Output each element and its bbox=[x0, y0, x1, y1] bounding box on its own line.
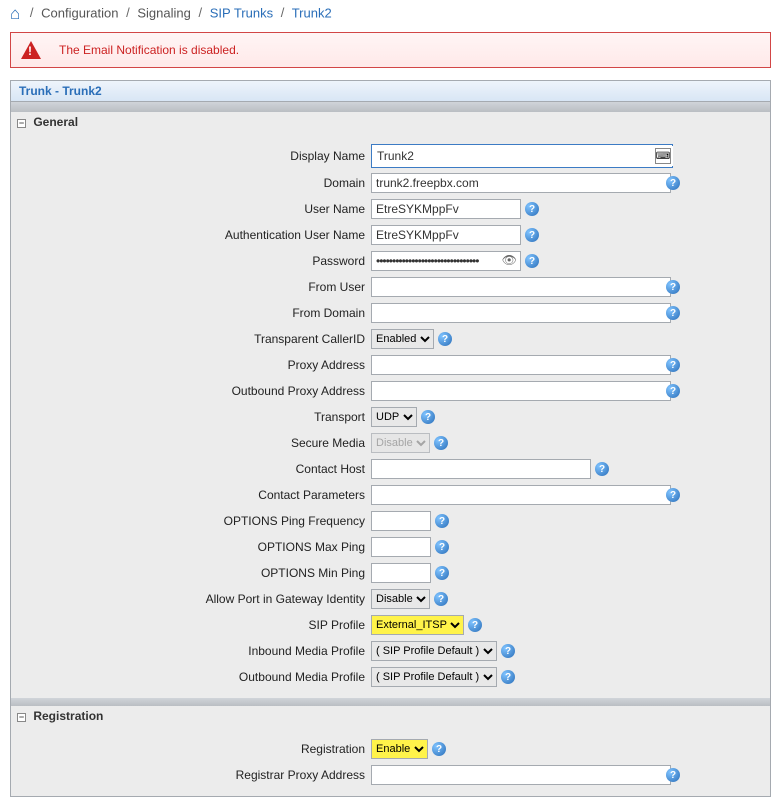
registration-select[interactable]: Enable bbox=[371, 739, 428, 759]
contact-params-input[interactable] bbox=[371, 485, 671, 505]
inbound-media-profile-select[interactable]: ( SIP Profile Default ) bbox=[371, 641, 497, 661]
help-icon[interactable]: ? bbox=[666, 358, 680, 372]
domain-input[interactable] bbox=[371, 173, 671, 193]
options-min-ping-input[interactable] bbox=[371, 563, 431, 583]
section-registration-label: Registration bbox=[33, 709, 103, 723]
user-name-input[interactable] bbox=[371, 199, 521, 219]
help-icon[interactable]: ? bbox=[666, 306, 680, 320]
label-outbound-media-profile: Outbound Media Profile bbox=[11, 670, 371, 684]
from-domain-input[interactable] bbox=[371, 303, 671, 323]
general-section: Display Name ⌨ Domain ? User Name ? bbox=[11, 132, 770, 698]
breadcrumb-current[interactable]: Trunk2 bbox=[292, 5, 332, 20]
breadcrumb-sep: / bbox=[281, 5, 285, 20]
label-inbound-media-profile: Inbound Media Profile bbox=[11, 644, 371, 658]
label-password: Password bbox=[11, 254, 371, 268]
help-icon[interactable]: ? bbox=[501, 644, 515, 658]
label-sip-profile: SIP Profile bbox=[11, 618, 371, 632]
collapse-icon[interactable]: − bbox=[17, 119, 26, 128]
help-icon[interactable]: ? bbox=[435, 566, 449, 580]
help-icon[interactable]: ? bbox=[421, 410, 435, 424]
help-icon[interactable]: ? bbox=[501, 670, 515, 684]
label-options-min-ping: OPTIONS Min Ping bbox=[11, 566, 371, 580]
label-options-ping-freq: OPTIONS Ping Frequency bbox=[11, 514, 371, 528]
help-icon[interactable]: ? bbox=[468, 618, 482, 632]
home-icon[interactable]: ⌂ bbox=[10, 4, 20, 23]
eye-icon[interactable]: 👁 bbox=[502, 253, 517, 267]
label-domain: Domain bbox=[11, 176, 371, 190]
label-from-domain: From Domain bbox=[11, 306, 371, 320]
help-icon[interactable]: ? bbox=[525, 254, 539, 268]
registration-section: Registration Enable ? Registrar Proxy Ad… bbox=[11, 726, 770, 796]
label-registrar-proxy: Registrar Proxy Address bbox=[11, 768, 371, 782]
help-icon[interactable]: ? bbox=[666, 384, 680, 398]
section-general-header[interactable]: − General bbox=[11, 112, 770, 132]
label-from-user: From User bbox=[11, 280, 371, 294]
allow-port-gw-select[interactable]: Disable bbox=[371, 589, 430, 609]
alert-text: The Email Notification is disabled. bbox=[59, 43, 239, 57]
label-transport: Transport bbox=[11, 410, 371, 424]
contact-host-input[interactable] bbox=[371, 459, 591, 479]
auth-user-name-input[interactable] bbox=[371, 225, 521, 245]
help-icon[interactable]: ? bbox=[525, 202, 539, 216]
label-registration: Registration bbox=[11, 742, 371, 756]
label-user-name: User Name bbox=[11, 202, 371, 216]
help-icon[interactable]: ? bbox=[432, 742, 446, 756]
help-icon[interactable]: ? bbox=[666, 768, 680, 782]
collapse-icon[interactable]: − bbox=[17, 713, 26, 722]
breadcrumb-signaling: Signaling bbox=[137, 5, 191, 20]
help-icon[interactable]: ? bbox=[666, 176, 680, 190]
label-secure-media: Secure Media bbox=[11, 436, 371, 450]
label-outbound-proxy: Outbound Proxy Address bbox=[11, 384, 371, 398]
help-icon[interactable]: ? bbox=[438, 332, 452, 346]
section-divider bbox=[11, 102, 770, 112]
help-icon[interactable]: ? bbox=[525, 228, 539, 242]
keyboard-icon[interactable]: ⌨ bbox=[655, 148, 671, 164]
help-icon[interactable]: ? bbox=[435, 514, 449, 528]
help-icon[interactable]: ? bbox=[666, 280, 680, 294]
secure-media-select: Disable bbox=[371, 433, 430, 453]
transport-select[interactable]: UDP bbox=[371, 407, 417, 427]
breadcrumb: ⌂ / Configuration / Signaling / SIP Trun… bbox=[0, 0, 781, 32]
options-max-ping-input[interactable] bbox=[371, 537, 431, 557]
section-divider bbox=[11, 698, 770, 706]
help-icon[interactable]: ? bbox=[434, 592, 448, 606]
label-contact-host: Contact Host bbox=[11, 462, 371, 476]
alert-email-disabled: The Email Notification is disabled. bbox=[10, 32, 771, 68]
options-ping-freq-input[interactable] bbox=[371, 511, 431, 531]
from-user-input[interactable] bbox=[371, 277, 671, 297]
trunk-panel: Trunk - Trunk2 − General Display Name ⌨ … bbox=[10, 80, 771, 797]
breadcrumb-sep: / bbox=[198, 5, 202, 20]
section-general-label: General bbox=[33, 115, 78, 129]
breadcrumb-sip-trunks[interactable]: SIP Trunks bbox=[210, 5, 273, 20]
panel-title: Trunk - Trunk2 bbox=[11, 81, 770, 102]
label-transparent-cid: Transparent CallerID bbox=[11, 332, 371, 346]
outbound-media-profile-select[interactable]: ( SIP Profile Default ) bbox=[371, 667, 497, 687]
help-icon[interactable]: ? bbox=[666, 488, 680, 502]
help-icon[interactable]: ? bbox=[435, 540, 449, 554]
registrar-proxy-input[interactable] bbox=[371, 765, 671, 785]
warning-icon bbox=[21, 41, 41, 59]
password-input[interactable] bbox=[371, 251, 521, 271]
label-display-name: Display Name bbox=[11, 149, 371, 163]
label-proxy-address: Proxy Address bbox=[11, 358, 371, 372]
breadcrumb-sep: / bbox=[126, 5, 130, 20]
help-icon[interactable]: ? bbox=[434, 436, 448, 450]
label-allow-port-gw: Allow Port in Gateway Identity bbox=[11, 592, 371, 606]
display-name-input[interactable] bbox=[373, 146, 673, 166]
breadcrumb-configuration: Configuration bbox=[41, 5, 118, 20]
help-icon[interactable]: ? bbox=[595, 462, 609, 476]
transparent-cid-select[interactable]: Enabled bbox=[371, 329, 434, 349]
sip-profile-select[interactable]: External_ITSP bbox=[371, 615, 464, 635]
outbound-proxy-input[interactable] bbox=[371, 381, 671, 401]
breadcrumb-sep: / bbox=[30, 5, 34, 20]
label-auth-user-name: Authentication User Name bbox=[11, 228, 371, 242]
section-registration-header[interactable]: − Registration bbox=[11, 706, 770, 726]
label-contact-params: Contact Parameters bbox=[11, 488, 371, 502]
proxy-address-input[interactable] bbox=[371, 355, 671, 375]
label-options-max-ping: OPTIONS Max Ping bbox=[11, 540, 371, 554]
